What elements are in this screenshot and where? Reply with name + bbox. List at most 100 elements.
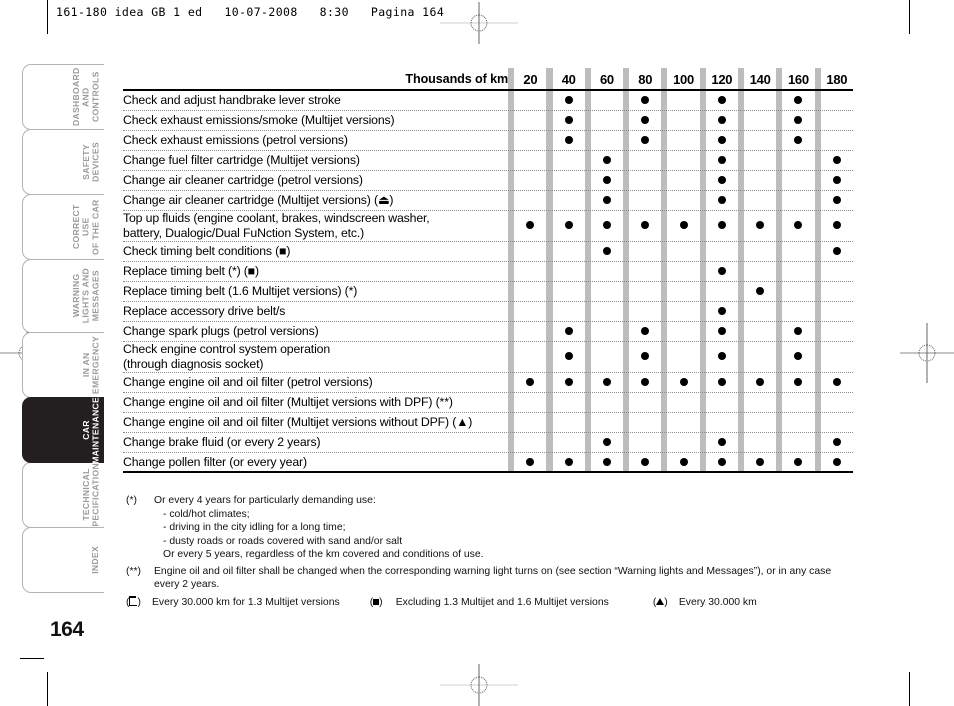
service-cell-100 [667, 241, 699, 261]
service-cell-160 [782, 452, 814, 472]
section-tab-index[interactable]: INDEX [22, 527, 104, 593]
section-tab-label: DASHBOARD AND CONTROLS [71, 67, 101, 127]
service-dot-icon [794, 352, 803, 361]
section-tab-car-maintenance[interactable]: CAR MAINTENANCE [22, 397, 104, 463]
service-cell-140 [744, 241, 776, 261]
table-row: Change spark plugs (petrol versions) [123, 321, 853, 341]
table-row: Change fuel filter cartridge (Multijet v… [123, 150, 853, 170]
section-tab-label: CAR MAINTENANCE [80, 396, 101, 464]
service-cell-180 [821, 90, 853, 110]
service-cell-100 [667, 412, 699, 432]
service-dot-icon [717, 266, 726, 275]
service-cell-100 [667, 452, 699, 472]
service-cell-40 [553, 190, 585, 210]
footnote-symbol-row: () Every 30.000 km for 1.3 Multijet versi… [126, 596, 850, 610]
service-cell-160 [782, 392, 814, 412]
service-cell-180 [821, 372, 853, 392]
service-cell-100 [667, 130, 699, 150]
service-cell-140 [744, 210, 776, 241]
service-cell-60 [591, 341, 623, 372]
service-cell-140 [744, 261, 776, 281]
service-dot-icon [832, 246, 841, 255]
service-cell-20 [514, 190, 546, 210]
service-cell-20 [514, 150, 546, 170]
service-dot-icon [832, 195, 841, 204]
table-row: Change air cleaner cartridge (Multijet v… [123, 190, 853, 210]
service-cell-180 [821, 412, 853, 432]
service-cell-140 [744, 281, 776, 301]
task-label: Change air cleaner cartridge (Multijet v… [123, 192, 394, 207]
footnote-star-line: Or every 5 years, regardless of the km c… [163, 549, 484, 561]
service-cell-120 [706, 90, 738, 110]
crop-mark-bottom-right [909, 672, 910, 706]
section-tab-label: INDEX [90, 546, 101, 574]
service-cell-20 [514, 341, 546, 372]
crop-mark-bottom-left [47, 672, 48, 706]
service-cell-140 [744, 372, 776, 392]
service-cell-160 [782, 150, 814, 170]
table-body: Check and adjust handbrake lever stroke C… [123, 90, 853, 472]
task-label: Change engine oil and oil filter (petrol… [123, 374, 373, 389]
print-slug: 161-180 idea GB 1 ed 10-07-2008 8:30 Pag… [56, 5, 445, 19]
section-tab-label: TECHNICAL SPECIFICATIONS [80, 457, 101, 533]
service-dot-icon [641, 95, 650, 104]
service-cell-80 [629, 341, 661, 372]
service-cell-180 [821, 432, 853, 452]
service-dot-icon [717, 115, 726, 124]
section-tab-technical-specifications[interactable]: TECHNICAL SPECIFICATIONS [22, 457, 104, 533]
service-cell-100 [667, 341, 699, 372]
section-tab-label: IN AN EMERGENCY [80, 335, 101, 395]
service-cell-60 [591, 170, 623, 190]
crop-mark-top-right [909, 0, 910, 34]
service-cell-160 [782, 90, 814, 110]
service-dot-icon [564, 377, 573, 386]
service-dot-icon [717, 306, 726, 315]
service-cell-40 [553, 90, 585, 110]
service-cell-140 [744, 130, 776, 150]
service-cell-20 [514, 281, 546, 301]
service-dot-icon [564, 135, 573, 144]
service-cell-60 [591, 372, 623, 392]
table-row: Change pollen filter (or every year) [123, 452, 853, 472]
task-label: Check exhaust emissions (petrol versions… [123, 132, 348, 147]
service-cell-140 [744, 150, 776, 170]
section-tab-dashboard-and-controls[interactable]: DASHBOARD AND CONTROLS [22, 64, 104, 130]
footnote-inline-text: Every 30.000 km [678, 596, 757, 608]
footnote-star-line: - dusty roads or roads covered with sand… [163, 535, 403, 547]
section-tab-safety-devices[interactable]: SAFETY DEVICES [22, 129, 104, 195]
section-tab-warning-lights-and-messages[interactable]: WARNING LIGHTS AND MESSAGES [22, 259, 104, 333]
task-label: Change spark plugs (petrol versions) [123, 323, 319, 338]
footnote-inline-mark: () [126, 596, 141, 608]
service-dot-icon [602, 155, 611, 164]
table-row: Change engine oil and oil filter (petrol… [123, 372, 853, 392]
column-header-60: 60 [599, 71, 614, 87]
service-cell-100 [667, 432, 699, 452]
service-dot-icon [832, 155, 841, 164]
service-dot-icon [794, 326, 803, 335]
service-dot-icon [794, 135, 803, 144]
service-dot-icon [679, 377, 688, 386]
service-dot-icon [717, 437, 726, 446]
task-label: Replace accessory drive belt/s [123, 303, 286, 318]
service-cell-120 [706, 412, 738, 432]
service-cell-20 [514, 210, 546, 241]
section-tab-correct-use-of-the-car[interactable]: CORRECT USE OF THE CAR [22, 194, 104, 260]
flag-symbol-icon [129, 596, 138, 606]
service-cell-180 [821, 452, 853, 472]
footnote-inline-text: Every 30.000 km for 1.3 Multijet version… [152, 596, 340, 608]
service-cell-160 [782, 110, 814, 130]
table-row: Replace timing belt (1.6 Multijet versio… [123, 281, 853, 301]
service-cell-20 [514, 452, 546, 472]
service-cell-20 [514, 170, 546, 190]
service-cell-180 [821, 301, 853, 321]
registration-mark-right [900, 323, 954, 383]
service-cell-100 [667, 281, 699, 301]
service-dot-icon [526, 377, 535, 386]
section-tab-in-an-emergency[interactable]: IN AN EMERGENCY [22, 332, 104, 398]
service-dot-icon [717, 95, 726, 104]
table-row: Replace timing belt (*) (■) [123, 261, 853, 281]
service-cell-40 [553, 150, 585, 170]
service-dot-icon [602, 221, 611, 230]
service-dot-icon [717, 175, 726, 184]
service-cell-180 [821, 130, 853, 150]
